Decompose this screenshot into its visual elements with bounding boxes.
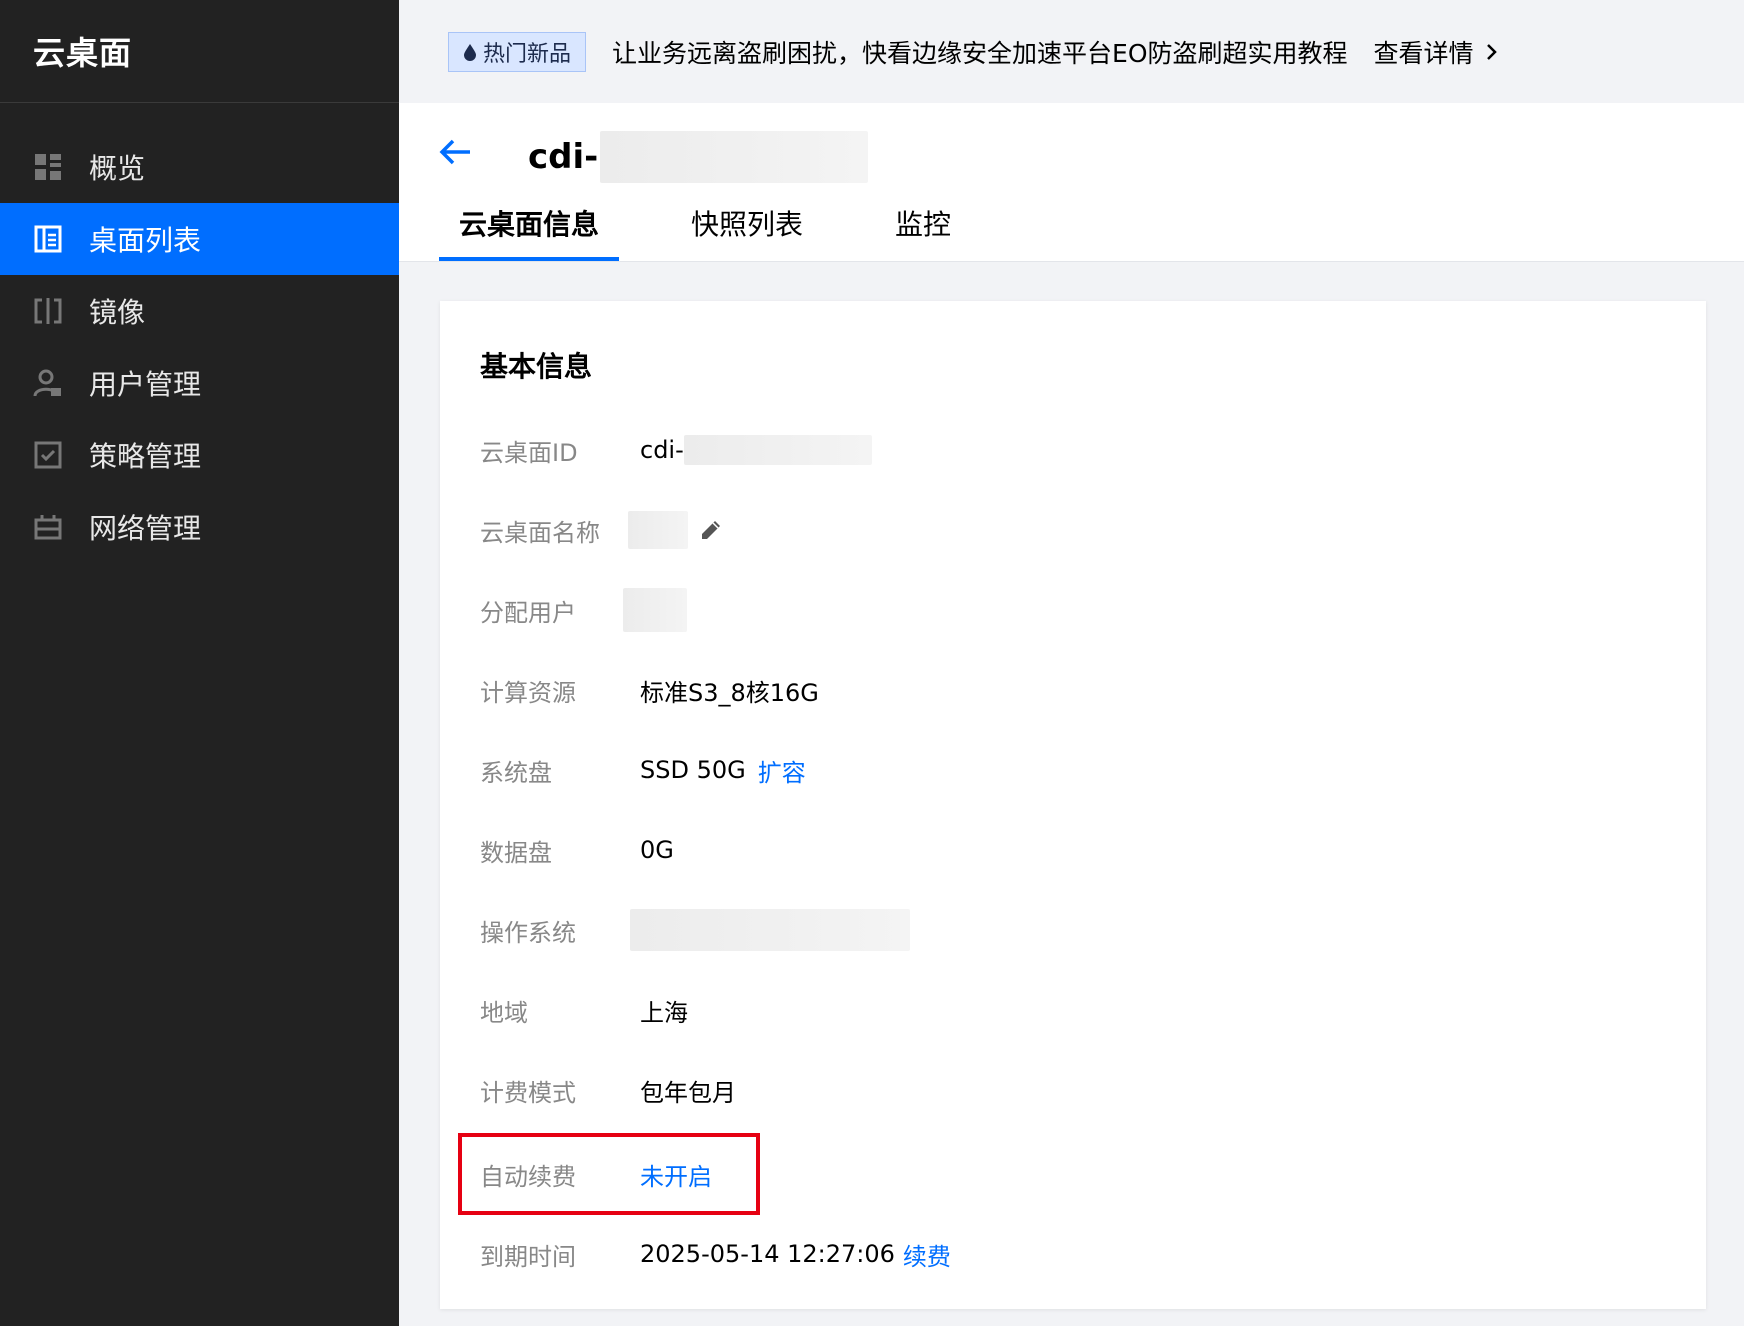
sidebar-item-network[interactable]: 网络管理 [0, 491, 399, 563]
main: 热门新品 让业务远离盗刷困扰，快看边缘安全加速平台EO防盗刷超实用教程 查看详情… [399, 0, 1744, 1326]
info-row-region: 地域 上海 [480, 990, 688, 1030]
info-row-assigned-user: 分配用户 [480, 588, 687, 632]
row-value [623, 588, 687, 632]
page-title: cdi- [528, 137, 599, 177]
network-icon [33, 512, 63, 542]
brand-title: 云桌面 [33, 34, 133, 72]
expand-link[interactable]: 扩容 [758, 753, 806, 788]
info-row-expiry: 到期时间 2025-05-14 12:27:06 续费 [480, 1234, 951, 1274]
info-row-data-disk: 数据盘 0G [480, 830, 674, 870]
edit-pencil-icon[interactable] [698, 517, 724, 543]
info-row-billing-mode: 计费模式 包年包月 [480, 1070, 736, 1110]
desktop-id-value: cdi- [640, 436, 684, 464]
sidebar-item-policy[interactable]: 策略管理 [0, 419, 399, 491]
sidebar-item-mirror[interactable]: 镜像 [0, 275, 399, 347]
back-arrow-icon[interactable] [438, 134, 474, 170]
row-label: 操作系统 [480, 918, 576, 947]
info-row-desktop-id: 云桌面ID cdi- [480, 430, 872, 470]
sidebar: 云桌面 概览 桌面列表 镜像 用户管理 策略管理 网络管理 [0, 0, 399, 1326]
sidebar-item-label: 概览 [89, 152, 146, 185]
view-details-link[interactable]: 查看详情 [1374, 34, 1500, 70]
row-label: 自动续费 [480, 1162, 576, 1191]
row-label: 数据盘 [480, 838, 552, 867]
desktop-list-icon [33, 224, 63, 254]
row-value: 上海 [640, 998, 688, 1027]
redacted-value [623, 588, 687, 632]
info-row-auto-renew: 自动续费 未开启 [480, 1154, 712, 1194]
row-value: 0G [640, 836, 674, 864]
system-disk-value: SSD 50G [640, 756, 746, 784]
row-label: 系统盘 [480, 758, 552, 787]
redacted-value [683, 435, 872, 465]
row-value [628, 511, 724, 549]
promo-banner: 热门新品 让业务远离盗刷困扰，快看边缘安全加速平台EO防盗刷超实用教程 查看详情 [399, 0, 1744, 103]
title-row: cdi- [528, 131, 869, 183]
redacted-id [600, 131, 869, 183]
tab-bar: 云桌面信息 快照列表 监控 [439, 203, 1023, 261]
user-management-icon [33, 368, 63, 398]
row-label: 云桌面ID [480, 438, 578, 467]
info-row-desktop-name: 云桌面名称 [480, 510, 724, 550]
row-label: 云桌面名称 [480, 518, 600, 547]
sidebar-item-desktop-list[interactable]: 桌面列表 [0, 203, 399, 275]
banner-message[interactable]: 让业务远离盗刷困扰，快看边缘安全加速平台EO防盗刷超实用教程 [612, 34, 1347, 70]
row-value: 标准S3_8核16G [640, 678, 819, 707]
tab-desktop-info[interactable]: 云桌面信息 [439, 203, 620, 261]
sidebar-item-overview[interactable]: 概览 [0, 131, 399, 203]
row-value: 包年包月 [640, 1078, 736, 1107]
redacted-value [628, 511, 688, 549]
row-label: 计算资源 [480, 678, 576, 707]
mirror-icon [33, 296, 63, 326]
policy-icon [33, 440, 63, 470]
expiry-value: 2025-05-14 12:27:06 [640, 1240, 895, 1268]
grid-icon [33, 152, 63, 182]
sidebar-item-label: 策略管理 [89, 440, 202, 473]
section-title: 基本信息 [480, 350, 593, 383]
basic-info-card: 基本信息 云桌面ID cdi- 云桌面名称 分配用户 计算资源 标准S3_8核1… [440, 301, 1706, 1309]
info-row-compute: 计算资源 标准S3_8核16G [480, 670, 819, 710]
row-value: SSD 50G 扩容 [640, 753, 806, 788]
row-label: 到期时间 [480, 1242, 576, 1271]
info-row-os: 操作系统 [480, 909, 910, 951]
tab-snapshot-list[interactable]: 快照列表 [671, 203, 823, 261]
page-header: cdi- 云桌面信息 快照列表 监控 [399, 103, 1744, 262]
hot-badge: 热门新品 [448, 31, 587, 72]
row-label: 地域 [480, 998, 528, 1027]
auto-renew-toggle-link[interactable]: 未开启 [640, 1157, 712, 1192]
sidebar-item-label: 镜像 [89, 296, 146, 329]
sidebar-nav: 概览 桌面列表 镜像 用户管理 策略管理 网络管理 [0, 131, 399, 563]
badge-label: 热门新品 [483, 41, 572, 67]
row-label: 分配用户 [480, 598, 576, 627]
row-label: 计费模式 [480, 1078, 576, 1107]
sidebar-item-label: 网络管理 [89, 512, 202, 545]
view-details-label: 查看详情 [1373, 38, 1474, 68]
row-value: 2025-05-14 12:27:06 续费 [640, 1237, 951, 1272]
brand: 云桌面 [0, 0, 399, 103]
row-value: cdi- [640, 435, 872, 465]
flame-icon [464, 43, 476, 61]
chevron-right-icon [1486, 43, 1497, 60]
sidebar-item-label: 用户管理 [89, 368, 202, 401]
row-value: 未开启 [640, 1157, 712, 1192]
row-value [630, 909, 910, 951]
renew-link[interactable]: 续费 [903, 1237, 951, 1272]
redacted-value [630, 909, 910, 951]
sidebar-item-label: 桌面列表 [89, 224, 202, 257]
tab-monitor[interactable]: 监控 [875, 203, 971, 261]
info-row-system-disk: 系统盘 SSD 50G 扩容 [480, 750, 806, 790]
sidebar-item-user-management[interactable]: 用户管理 [0, 347, 399, 419]
